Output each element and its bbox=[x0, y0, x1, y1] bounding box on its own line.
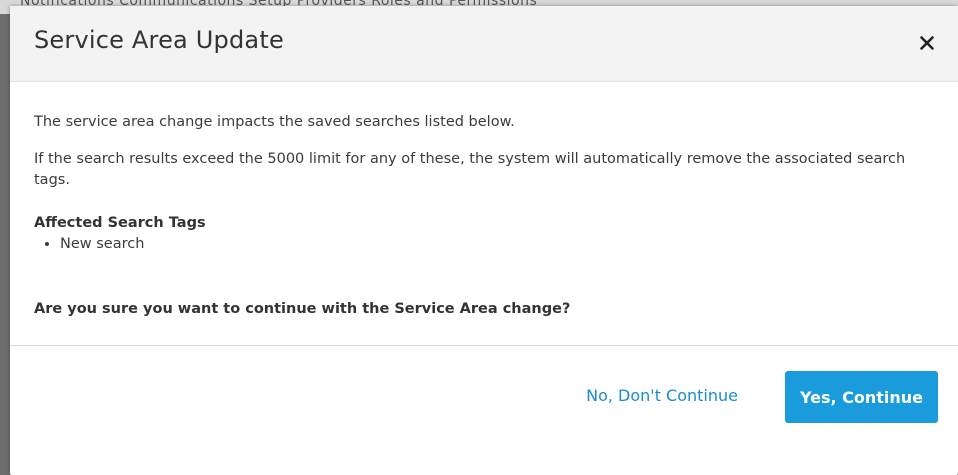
affected-tags-list: New search bbox=[34, 234, 934, 255]
affected-tags-heading: Affected Search Tags bbox=[34, 215, 206, 231]
tag-list-item: New search bbox=[60, 234, 934, 255]
close-icon bbox=[920, 36, 934, 50]
limit-notice-text: If the search results exceed the 5000 li… bbox=[34, 151, 906, 188]
dont-continue-button[interactable]: No, Don't Continue bbox=[586, 386, 738, 405]
continue-button[interactable]: Yes, Continue bbox=[784, 371, 938, 423]
dialog-footer: No, Don't Continue Yes, Continue bbox=[10, 346, 958, 446]
intro-text: The service area change impacts the save… bbox=[34, 114, 515, 130]
dialog-body: The service area change impacts the save… bbox=[10, 82, 958, 346]
close-button[interactable] bbox=[914, 30, 940, 56]
dialog-header: Service Area Update bbox=[10, 6, 958, 82]
dialog-title: Service Area Update bbox=[34, 26, 284, 54]
service-area-dialog: Service Area Update The service area cha… bbox=[10, 6, 958, 475]
confirm-question: Are you sure you want to continue with t… bbox=[34, 301, 571, 317]
